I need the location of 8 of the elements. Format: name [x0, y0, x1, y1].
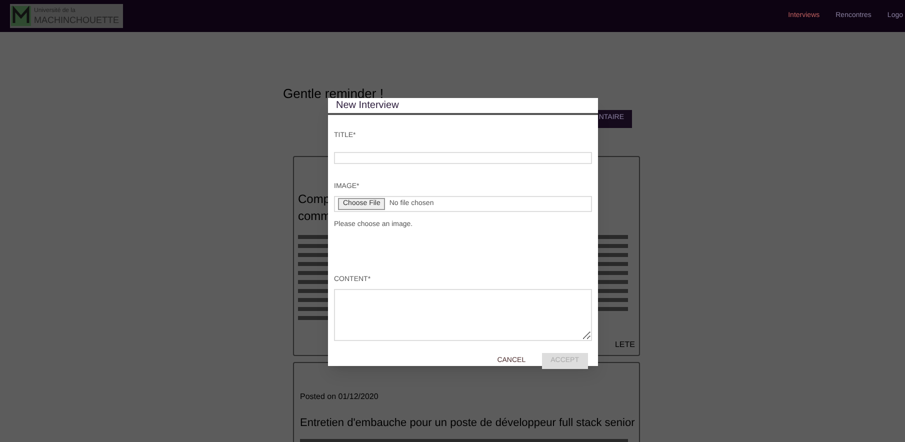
content-field[interactable] [334, 289, 592, 341]
card-title: Entretien d'embauche pour un poste de développeur full stack senior [300, 416, 635, 430]
title-field[interactable] [334, 152, 592, 164]
delete-link[interactable]: LETE [614, 338, 635, 350]
card-meta: Posted on 01/12/2020 [300, 390, 378, 402]
page-title: Gentle reminder ! [283, 85, 384, 101]
logo-icon [10, 5, 32, 27]
modal-title: New Interview [328, 98, 598, 115]
